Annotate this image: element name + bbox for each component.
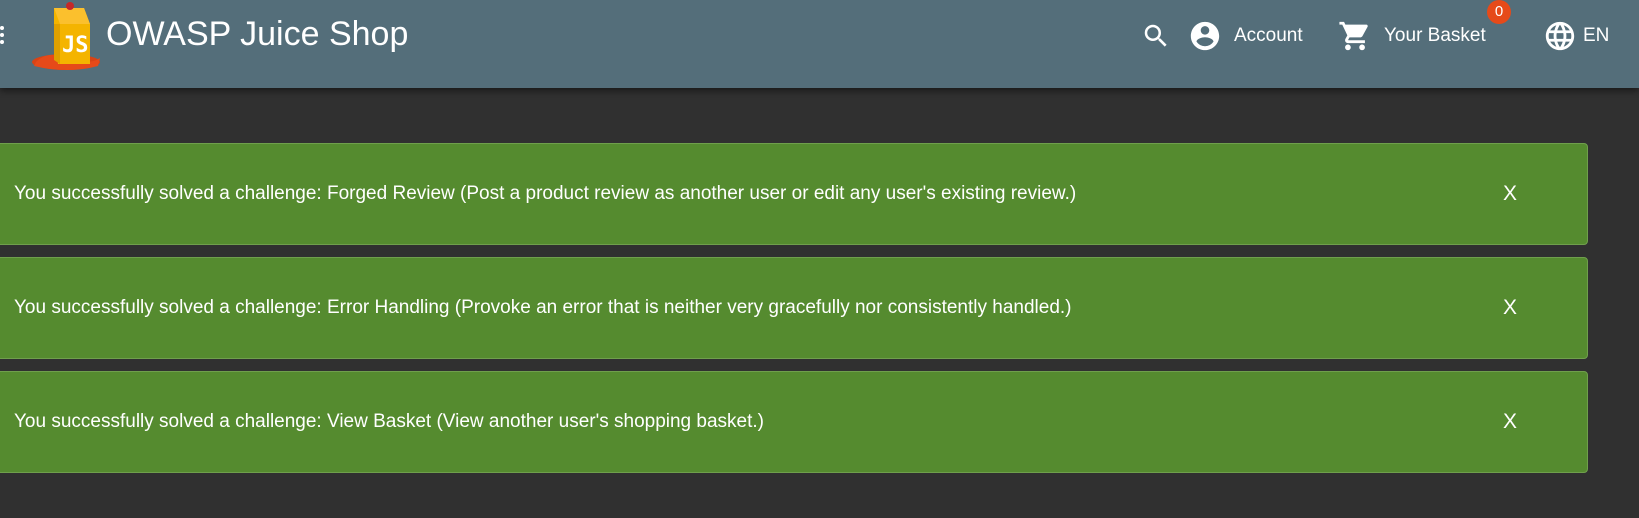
menu-icon-dot (0, 33, 4, 37)
svg-text:JS: JS (62, 33, 89, 58)
top-toolbar: JS OWASP Juice Shop Account Your Basket … (0, 0, 1639, 88)
notification-close-button[interactable]: X (1497, 406, 1523, 438)
notification-message: You successfully solved a challenge: Err… (14, 297, 1072, 318)
notification-message: You successfully solved a challenge: Vie… (14, 411, 764, 432)
notification-message: You successfully solved a challenge: For… (14, 183, 1077, 204)
shopping-cart-icon (1338, 19, 1372, 53)
menu-icon-dot (0, 40, 4, 44)
account-label: Account (1234, 25, 1303, 46)
menu-button[interactable] (0, 22, 10, 48)
app-title[interactable]: OWASP Juice Shop (106, 15, 408, 54)
language-label: EN (1583, 25, 1610, 46)
account-circle-icon (1188, 19, 1222, 53)
globe-icon (1543, 19, 1577, 53)
challenge-solved-notification: You successfully solved a challenge: For… (0, 143, 1588, 245)
notification-close-button[interactable]: X (1497, 178, 1523, 210)
language-button[interactable]: EN (1543, 18, 1609, 54)
search-button[interactable] (1141, 18, 1171, 54)
notification-close-button[interactable]: X (1497, 292, 1523, 324)
account-button[interactable]: Account (1188, 18, 1303, 54)
juice-carton-logo[interactable]: JS (28, 0, 108, 75)
menu-icon-dot (0, 26, 4, 30)
basket-label: Your Basket (1384, 25, 1486, 46)
basket-button[interactable]: Your Basket (1338, 18, 1486, 54)
challenge-solved-notification: You successfully solved a challenge: Vie… (0, 371, 1588, 473)
search-icon (1141, 21, 1171, 51)
basket-count-badge: 0 (1487, 0, 1511, 24)
challenge-solved-notification: You successfully solved a challenge: Err… (0, 257, 1588, 359)
